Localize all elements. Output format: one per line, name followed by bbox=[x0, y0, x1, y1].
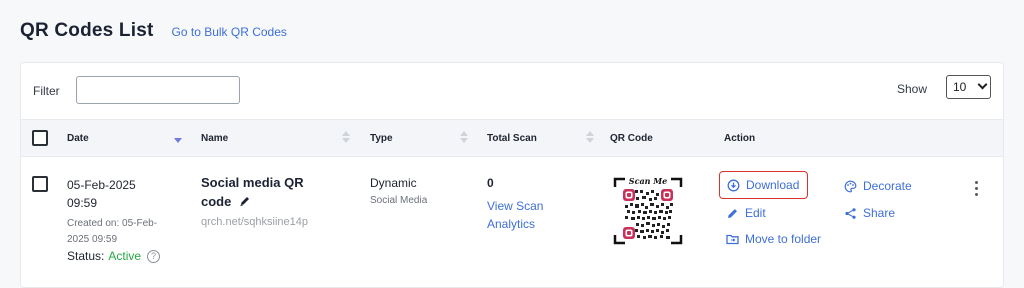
decorate-button[interactable]: Decorate bbox=[844, 179, 912, 193]
created-on-line2: 2025 09:59 bbox=[67, 234, 118, 245]
status-row: Status: Active ? bbox=[67, 249, 161, 263]
analytics-line2: Analytics bbox=[487, 217, 536, 231]
select-all-checkbox[interactable] bbox=[32, 130, 48, 146]
decorate-label: Decorate bbox=[863, 179, 912, 193]
download-icon bbox=[727, 179, 740, 191]
qr-caption: Scan Me bbox=[629, 176, 667, 186]
qr-name-line2-wrap: code bbox=[201, 192, 331, 212]
filter-input[interactable] bbox=[76, 76, 240, 104]
edit-label: Edit bbox=[745, 206, 766, 220]
edit-button[interactable]: Edit bbox=[726, 206, 766, 220]
time-value: 09:59 bbox=[67, 196, 98, 210]
sort-total-scan-icon[interactable] bbox=[586, 131, 594, 145]
move-to-folder-button[interactable]: Move to folder bbox=[726, 232, 821, 246]
page-header: QR Codes List Go to Bulk QR Codes bbox=[20, 20, 287, 42]
qr-list-card: Filter Show 10 Date Name Type Total Scan… bbox=[20, 62, 1004, 288]
column-header-action: Action bbox=[724, 133, 756, 144]
sort-date-icon[interactable] bbox=[174, 131, 182, 145]
download-label: Download bbox=[746, 178, 800, 192]
row-checkbox[interactable] bbox=[32, 176, 48, 192]
share-label: Share bbox=[863, 206, 896, 220]
chevron-down-icon bbox=[977, 79, 988, 90]
sort-type-icon[interactable] bbox=[460, 131, 468, 145]
folder-icon bbox=[726, 234, 739, 245]
created-on-text: Created on: 05-Feb- 2025 09:59 bbox=[67, 216, 187, 248]
palette-icon bbox=[844, 180, 857, 192]
total-scan-value: 0 bbox=[487, 176, 494, 190]
share-icon bbox=[845, 207, 856, 219]
created-on-line1: Created on: 05-Feb- bbox=[67, 218, 158, 229]
rename-pencil-icon[interactable] bbox=[239, 193, 251, 212]
qr-name: Social media QR code bbox=[201, 173, 331, 212]
status-badge: Active bbox=[108, 249, 142, 263]
sort-name-icon[interactable] bbox=[342, 131, 350, 145]
more-options-icon[interactable] bbox=[971, 181, 981, 197]
qr-code-image[interactable]: Scan Me bbox=[613, 173, 683, 249]
qr-name-line2: code bbox=[201, 194, 232, 209]
help-icon[interactable]: ? bbox=[147, 249, 161, 263]
subtype-value: Social Media bbox=[370, 195, 428, 206]
column-header-type[interactable]: Type bbox=[370, 133, 393, 144]
column-header-qr-code: QR Code bbox=[610, 133, 653, 144]
view-scan-analytics-link[interactable]: View Scan Analytics bbox=[487, 197, 567, 233]
qr-name-line1: Social media QR bbox=[201, 175, 304, 190]
analytics-line1: View Scan bbox=[487, 199, 544, 213]
status-label: Status: bbox=[67, 249, 105, 263]
bulk-qr-codes-link[interactable]: Go to Bulk QR Codes bbox=[172, 25, 287, 39]
download-button[interactable]: Download bbox=[719, 171, 809, 199]
type-value: Dynamic bbox=[370, 176, 417, 190]
column-header-date[interactable]: Date bbox=[67, 133, 89, 144]
date-value: 05-Feb-2025 bbox=[67, 178, 136, 192]
table-header: Date Name Type Total Scan QR Code Action bbox=[21, 119, 1003, 157]
column-header-name[interactable]: Name bbox=[201, 133, 228, 144]
date-cell: 05-Feb-2025 09:59 bbox=[67, 176, 157, 212]
show-label: Show bbox=[897, 82, 928, 96]
page-size-value: 10 bbox=[953, 80, 967, 94]
page-size-select[interactable]: 10 bbox=[946, 75, 991, 99]
move-label: Move to folder bbox=[745, 232, 822, 246]
short-url[interactable]: qrch.net/sqhksiine14p bbox=[201, 216, 308, 228]
edit-pencil-icon bbox=[728, 208, 737, 218]
filter-label: Filter bbox=[33, 84, 60, 98]
column-header-total-scan[interactable]: Total Scan bbox=[487, 133, 537, 144]
page-title: QR Codes List bbox=[20, 20, 154, 41]
share-button[interactable]: Share bbox=[844, 206, 895, 220]
